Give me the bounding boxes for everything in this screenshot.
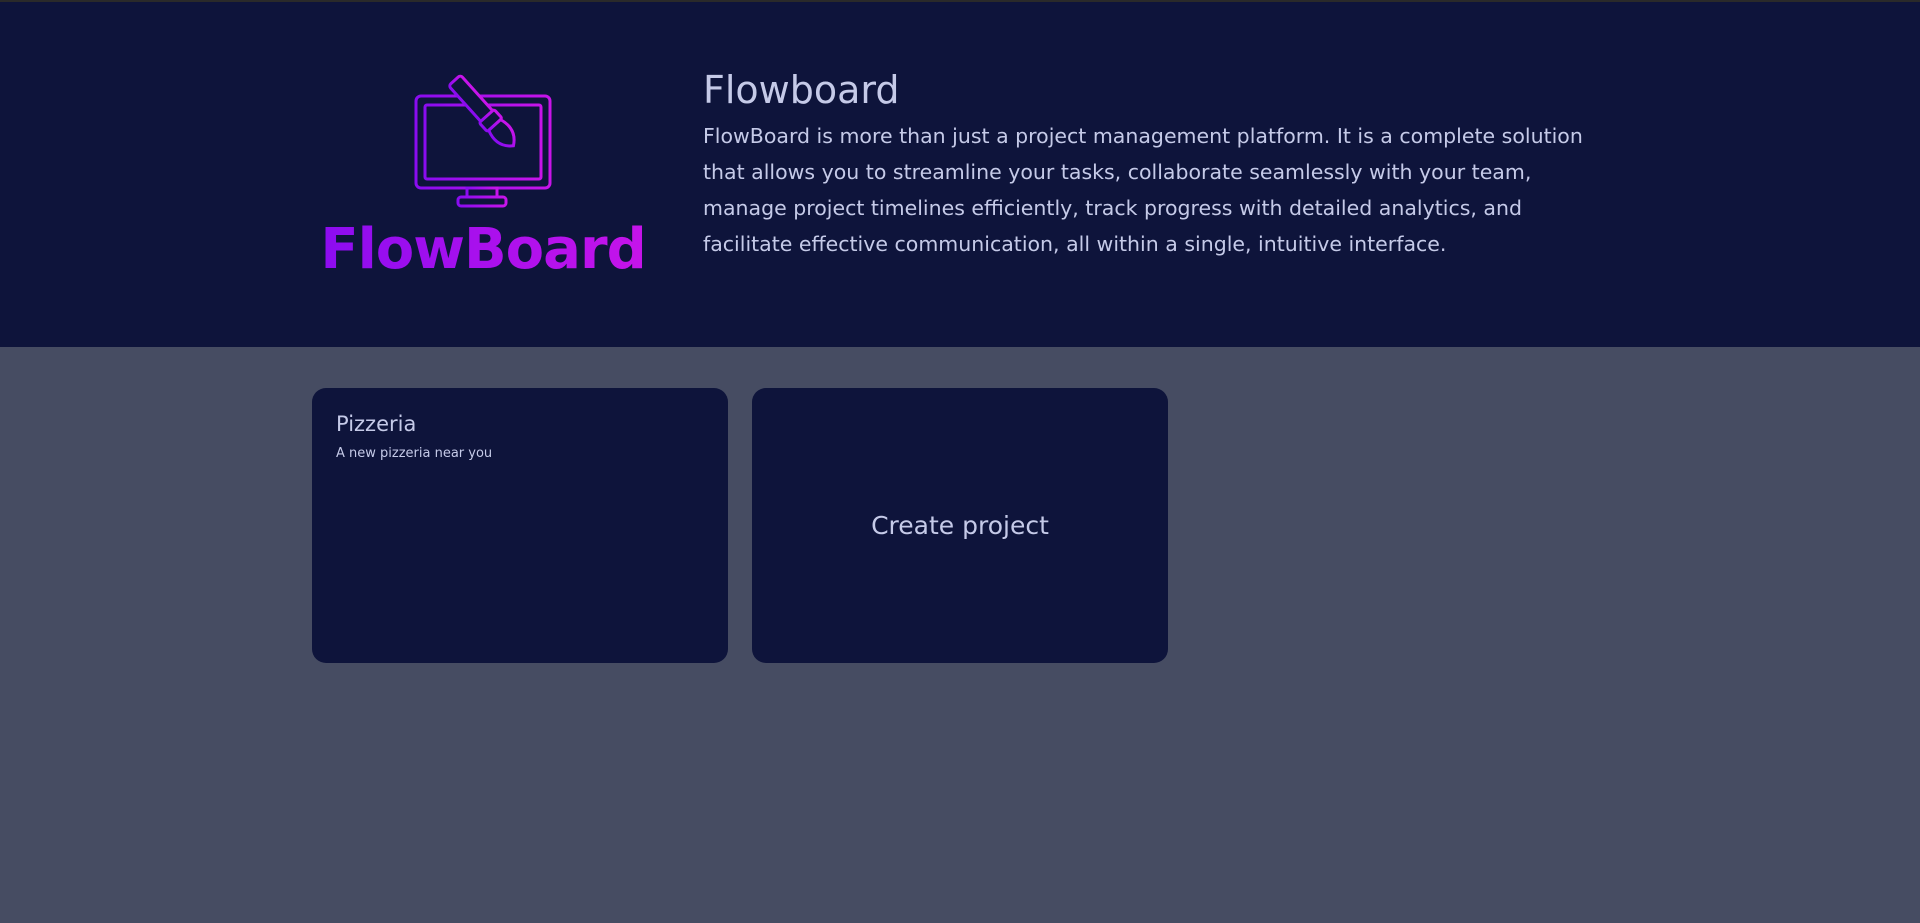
create-project-card[interactable]: Create project (752, 388, 1168, 663)
hero-description: FlowBoard is more than just a project ma… (703, 124, 1583, 256)
brand-logo-text: FlowBoard (308, 217, 658, 282)
create-project-label: Create project (871, 511, 1049, 540)
hero-text: Flowboard FlowBoard is more than just a … (703, 66, 1603, 262)
project-card-title: Pizzeria (336, 412, 417, 436)
page-title: Flowboard (703, 68, 900, 112)
project-card-pizzeria[interactable]: Pizzeria A new pizzeria near you (312, 388, 728, 663)
brand-logo[interactable]: FlowBoard (308, 72, 658, 287)
project-card-description: A new pizzeria near you (336, 446, 493, 461)
monitor-paintbrush-icon (414, 74, 552, 208)
hero-header: FlowBoard Flowboard FlowBoard is more th… (0, 2, 1920, 347)
